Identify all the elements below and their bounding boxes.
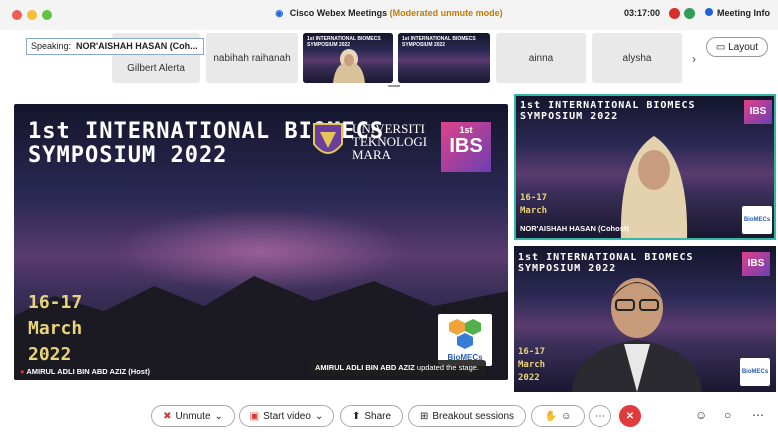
meeting-info-label: Meeting Info [717, 8, 770, 18]
start-video-button[interactable]: ▣ Start video ⌄ [239, 405, 334, 427]
stage-presenter-name: ● AMIRUL ADLI BIN ABD AZIZ (Host) [20, 367, 150, 376]
shared-content-thumb[interactable]: 1st INTERNATIONAL BIOMECS SYMPOSIUM 2022 [398, 33, 490, 83]
chat-icon[interactable]: ○ [724, 408, 731, 422]
slide-dates: 16-17 March 2022 [28, 292, 83, 365]
biomecs-logo: BioMECs [438, 314, 492, 366]
active-speaker-name: NOR'AISHAH HASAN (Coh... [76, 41, 198, 51]
more-options-button[interactable]: ⋯ [589, 405, 611, 427]
ibs-logo: 1st IBS [441, 122, 491, 172]
info-icon [705, 8, 713, 16]
video-tile-presenter[interactable]: 1st INTERNATIONAL BIOMECS SYMPOSIUM 2022 … [514, 246, 776, 392]
meeting-controls: ✖ Unmute ⌄ ▣ Start video ⌄ ⬆ Share ⊞ Bre… [0, 405, 778, 429]
start-video-label: Start video [263, 410, 311, 422]
breakout-icon: ⊞ [419, 410, 429, 422]
network-icon[interactable] [684, 8, 695, 19]
biomecs-logo: BioMECs [740, 358, 770, 386]
breakout-label: Breakout sessions [432, 410, 515, 422]
presenter-video-person [572, 278, 702, 392]
app-name: Cisco Webex Meetings [289, 8, 388, 18]
participant-tile[interactable]: nabihah raihanah [206, 33, 298, 83]
share-label: Share [364, 410, 392, 422]
unmute-label: Unmute [175, 410, 211, 422]
participant-name: alysha [622, 52, 652, 64]
share-icon: ⬆ [351, 410, 361, 422]
chevron-down-icon[interactable]: ⌄ [315, 411, 323, 422]
mic-muted-icon: ✖ [163, 410, 172, 422]
moderated-mode-label: (Moderated unmute mode) [389, 8, 503, 18]
webex-logo-icon: ◉ [275, 8, 284, 18]
thumb-slide-title: 1st INTERNATIONAL BIOMECS SYMPOSIUM 2022 [402, 36, 476, 48]
muted-mic-icon: ● [20, 367, 25, 376]
participant-name: ainna [528, 52, 554, 64]
cohost-video-person [620, 136, 688, 238]
video-off-icon: ▣ [249, 410, 260, 422]
stage-update-toast: AMIRUL ADLI BIN ABD AZIZ updated the sta… [308, 360, 486, 376]
participant-name: Gilbert Alerta [127, 62, 185, 74]
chevron-right-icon[interactable]: › [692, 52, 696, 66]
more-icon: ⋯ [595, 410, 605, 422]
ibs-logo: IBS [744, 100, 772, 124]
participant-avatar [333, 49, 365, 83]
uitm-crest-icon [313, 123, 343, 154]
strip-resize-handle[interactable] [388, 85, 400, 87]
leave-meeting-button[interactable]: ✕ [619, 405, 641, 427]
title-bar: ◉ Cisco Webex Meetings (Moderated unmute… [0, 0, 778, 30]
reactions-button[interactable]: ✋ ☺ [531, 405, 585, 427]
participants-icon[interactable]: ☺ [695, 408, 707, 422]
cohost-name-label: NOR'AISHAH HASAN (Cohost) [520, 224, 629, 233]
video-tile-cohost[interactable]: 1st INTERNATIONAL BIOMECS SYMPOSIUM 2022 … [514, 94, 776, 240]
meeting-clock: 03:17:00 [623, 8, 660, 18]
biomecs-hex-icon [449, 319, 481, 349]
chevron-down-icon[interactable]: ⌄ [215, 411, 223, 422]
unmute-button[interactable]: ✖ Unmute ⌄ [151, 405, 235, 427]
raise-hand-icon: ✋ [544, 410, 558, 422]
ibs-logo: IBS [742, 252, 770, 276]
close-icon: ✕ [625, 410, 635, 422]
participant-tile[interactable]: ainna [496, 33, 586, 83]
meeting-info-button[interactable]: Meeting Info [705, 8, 770, 18]
shared-content-stage[interactable]: 1st INTERNATIONAL BIOMECS SYMPOSIUM 2022 … [14, 104, 508, 380]
participant-tile[interactable]: alysha [592, 33, 682, 83]
emoji-icon: ☺ [561, 410, 572, 422]
layout-icon: ▭ [715, 41, 726, 53]
participant-name: nabihah raihanah [213, 52, 291, 64]
speaking-label: Speaking: [31, 41, 72, 51]
recording-icon[interactable] [669, 8, 680, 19]
share-button[interactable]: ⬆ Share [340, 405, 403, 427]
window-title: ◉ Cisco Webex Meetings (Moderated unmute… [0, 8, 778, 19]
tile-dates: 16-17 March 2022 [518, 347, 546, 383]
participant-video-thumb[interactable]: 1st INTERNATIONAL BIOMECS SYMPOSIUM 2022 [303, 33, 393, 83]
more-panels-icon[interactable]: ⋯ [752, 408, 764, 422]
university-name: UNIVERSITI TEKNOLOGI MARA [352, 121, 428, 162]
tile-dates: 16-17 March [520, 193, 548, 216]
layout-button[interactable]: ▭ Layout [706, 37, 768, 57]
layout-label: Layout [728, 41, 759, 53]
speaking-indicator: Speaking: NOR'AISHAH HASAN (Coh... [26, 38, 204, 55]
breakout-sessions-button[interactable]: ⊞ Breakout sessions [408, 405, 526, 427]
biomecs-logo: BioMECs [742, 206, 772, 234]
